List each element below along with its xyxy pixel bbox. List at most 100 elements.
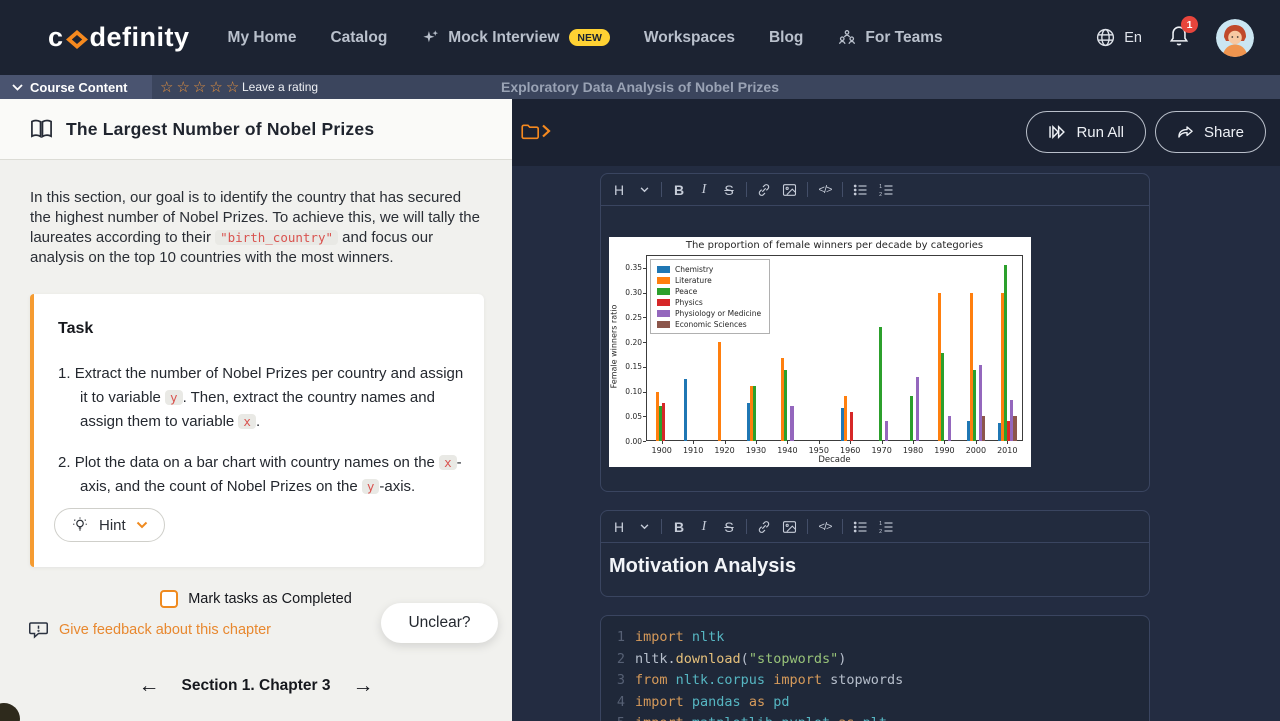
strikethrough-icon[interactable]: S xyxy=(721,180,737,200)
task-heading: Task xyxy=(58,320,466,338)
task-list: 1. Extract the number of Nobel Prizes pe… xyxy=(58,362,466,499)
y-tick-mark xyxy=(643,317,646,318)
chart-bar xyxy=(982,416,985,441)
heading-icon[interactable]: H xyxy=(611,517,627,537)
chapter-header: The Largest Number of Nobel Prizes xyxy=(0,99,512,160)
bold-icon[interactable]: B xyxy=(671,517,687,537)
task-item: 1. Extract the number of Nobel Prizes pe… xyxy=(58,362,466,434)
language-selector[interactable]: En xyxy=(1095,27,1142,48)
chart-bar xyxy=(662,403,665,441)
strikethrough-icon[interactable]: S xyxy=(721,517,737,537)
legend-entry: Economic Sciences xyxy=(657,319,761,330)
feedback-bubble-icon xyxy=(28,620,49,640)
chevron-down-icon[interactable] xyxy=(636,180,652,200)
code-text: nltk.download("stopwords") xyxy=(635,649,846,671)
code-text: import pandas as pd xyxy=(635,692,789,714)
chart-bar xyxy=(850,412,853,441)
nav-item-catalog[interactable]: Catalog xyxy=(330,29,387,47)
numbered-list-icon[interactable]: 12 xyxy=(878,517,895,537)
chart-bar xyxy=(1013,416,1016,441)
code-icon[interactable]: </> xyxy=(817,180,833,200)
avatar[interactable] xyxy=(1216,19,1254,57)
y-tick-label: 0.05 xyxy=(614,412,642,421)
mark-completed-checkbox[interactable] xyxy=(160,590,178,608)
star-icon[interactable]: ☆ xyxy=(209,78,222,96)
code-line: 1import nltk xyxy=(601,627,1149,649)
toolbar-separator xyxy=(746,182,747,197)
inline-code: y xyxy=(362,479,380,494)
y-axis-label: Female winners ratio xyxy=(610,287,619,407)
italic-glyph: I xyxy=(702,519,707,535)
image-icon[interactable] xyxy=(781,180,798,200)
svg-text:2: 2 xyxy=(879,529,882,535)
prev-chapter-arrow[interactable]: ← xyxy=(138,675,159,696)
globe-icon xyxy=(1095,27,1116,48)
run-all-button[interactable]: Run All xyxy=(1026,111,1146,153)
star-icon[interactable]: ☆ xyxy=(160,78,173,96)
new-badge: NEW xyxy=(569,29,610,46)
link-icon[interactable] xyxy=(756,180,772,200)
bold-glyph: B xyxy=(674,519,684,535)
bullet-list-icon[interactable] xyxy=(852,517,869,537)
chart-title: The proportion of female winners per dec… xyxy=(646,240,1023,251)
heading-icon[interactable]: H xyxy=(611,180,627,200)
italic-icon[interactable]: I xyxy=(696,517,712,537)
feedback-label: Give feedback about this chapter xyxy=(59,622,271,638)
y-tick-label: 0.00 xyxy=(614,437,642,446)
nav-item-workspaces[interactable]: Workspaces xyxy=(644,29,735,47)
y-tick-mark xyxy=(643,441,646,442)
chart-bar xyxy=(753,386,756,441)
star-icon[interactable]: ☆ xyxy=(176,78,189,96)
inline-code: x xyxy=(439,455,457,470)
code-glyph: </> xyxy=(819,184,832,196)
unclear-button[interactable]: Unclear? xyxy=(381,603,498,643)
share-button[interactable]: Share xyxy=(1155,111,1266,153)
code-line: 2nltk.download("stopwords") xyxy=(601,649,1149,671)
x-tick-mark xyxy=(725,441,726,444)
markdown-heading[interactable]: Motivation Analysis xyxy=(601,543,1149,596)
nav-item-mock-interview[interactable]: Mock InterviewNEW xyxy=(421,28,610,47)
notebook-panel: Run All Share HBIS</>12 The proportion o… xyxy=(512,99,1280,721)
chart-bar xyxy=(684,379,687,441)
folder-icon[interactable] xyxy=(520,122,540,140)
chevron-down-icon[interactable] xyxy=(636,517,652,537)
notebook-cell-code[interactable]: 1import nltk2nltk.download("stopwords")3… xyxy=(600,615,1150,721)
chart-bar xyxy=(784,370,787,441)
link-icon[interactable] xyxy=(756,517,772,537)
image-icon[interactable] xyxy=(781,517,798,537)
course-content-toggle[interactable]: Course Content xyxy=(0,75,152,99)
svg-text:2: 2 xyxy=(879,192,882,198)
main-nav: My Home Catalog Mock InterviewNEW Workspace… xyxy=(228,28,943,47)
chat-widget[interactable] xyxy=(0,703,20,721)
unclear-label: Unclear? xyxy=(408,614,470,632)
chart-bar xyxy=(885,421,888,441)
run-all-label: Run All xyxy=(1076,124,1124,141)
x-tick-mark xyxy=(787,441,788,444)
code-icon[interactable]: </> xyxy=(817,517,833,537)
italic-icon[interactable]: I xyxy=(696,180,712,200)
leave-rating-label[interactable]: Leave a rating xyxy=(242,75,318,99)
nav-item-my-home[interactable]: My Home xyxy=(228,29,297,47)
toolbar-separator xyxy=(807,519,808,534)
y-tick-mark xyxy=(643,367,646,368)
bold-icon[interactable]: B xyxy=(671,180,687,200)
x-tick-mark xyxy=(913,441,914,444)
next-chapter-arrow[interactable]: → xyxy=(353,675,374,696)
chevron-right-icon[interactable] xyxy=(541,124,551,138)
star-icon[interactable]: ☆ xyxy=(226,78,239,96)
star-icon[interactable]: ☆ xyxy=(193,78,206,96)
codefinity-logo[interactable]: c definity xyxy=(48,22,190,53)
notifications-button[interactable]: 1 xyxy=(1168,23,1190,52)
bullet-list-icon[interactable] xyxy=(852,180,869,200)
nav-item-blog[interactable]: Blog xyxy=(769,29,803,47)
nav-item-label: My Home xyxy=(228,29,297,47)
nav-item-for-teams[interactable]: For Teams xyxy=(837,28,942,47)
nav-item-label: Workspaces xyxy=(644,29,735,47)
x-tick-mark xyxy=(1007,441,1008,444)
hint-button[interactable]: Hint xyxy=(54,508,165,542)
toolbar-separator xyxy=(842,519,843,534)
feedback-link[interactable]: Give feedback about this chapter xyxy=(28,620,271,640)
chart-bar xyxy=(879,327,882,441)
numbered-list-icon[interactable]: 12 xyxy=(878,180,895,200)
hint-label: Hint xyxy=(99,517,126,534)
